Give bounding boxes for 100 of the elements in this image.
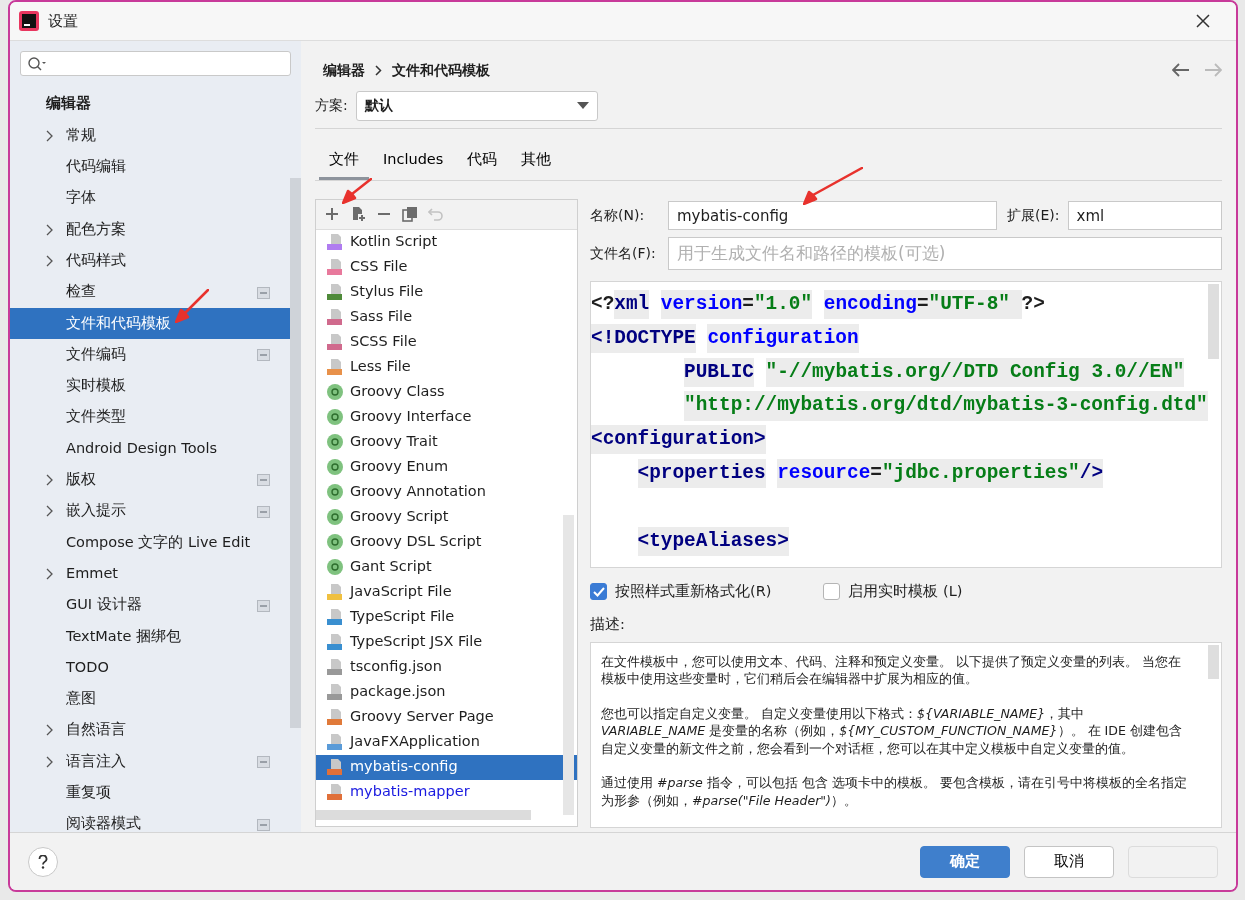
- template-list-item[interactable]: Gant Script: [316, 554, 577, 580]
- sidebar-item[interactable]: 文件编码: [10, 339, 290, 371]
- scrollbar[interactable]: [290, 178, 301, 728]
- template-list-item[interactable]: mybatis-config: [316, 754, 577, 780]
- template-list-item[interactable]: Groovy Class: [316, 379, 577, 405]
- sidebar-item-label: 代码编辑: [66, 157, 126, 177]
- template-list-item[interactable]: Groovy Script: [316, 504, 577, 530]
- checkbox[interactable]: [823, 583, 841, 601]
- sidebar-item[interactable]: 自然语言: [10, 714, 290, 746]
- sidebar-item[interactable]: Android Design Tools: [10, 432, 290, 465]
- toolbar-button[interactable]: [402, 206, 418, 223]
- copy-icon: [402, 206, 418, 223]
- app-logo-icon: [18, 10, 40, 32]
- toolbar-button[interactable]: [350, 206, 366, 223]
- template-list-item[interactable]: TypeScript File: [316, 604, 577, 630]
- close-icon[interactable]: [1196, 14, 1210, 28]
- template-list-item[interactable]: Less File: [316, 354, 577, 380]
- template-list-item[interactable]: Groovy Trait: [316, 429, 577, 455]
- sidebar-item[interactable]: 版权: [10, 464, 290, 496]
- sidebar-item[interactable]: 配色方案: [10, 213, 290, 246]
- sidebar-item-label: 检查: [66, 282, 96, 302]
- template-list-item[interactable]: package.json: [316, 679, 577, 705]
- sidebar-item-label: 配色方案: [66, 219, 126, 239]
- sidebar-item[interactable]: 重复项: [10, 777, 290, 809]
- scrollbar[interactable]: [1208, 644, 1219, 679]
- template-list-item[interactable]: mybatis-mapper: [316, 779, 577, 805]
- sidebar-item[interactable]: 嵌入提示: [10, 495, 290, 527]
- toolbar-button[interactable]: [324, 206, 340, 223]
- tab[interactable]: 文件: [319, 143, 369, 180]
- file-icon: [326, 258, 344, 277]
- template-list-item[interactable]: Groovy Server Page: [316, 704, 577, 730]
- sidebar-item[interactable]: Emmet: [10, 558, 290, 590]
- checkbox-label: 启用实时模板 (L): [848, 581, 963, 601]
- sidebar-item-label: TextMate 捆绑包: [66, 626, 181, 646]
- file-name-field[interactable]: 用于生成文件名和路径的模板(可选): [668, 237, 1222, 271]
- template-list-item[interactable]: Sass File: [316, 304, 577, 330]
- sidebar-group-header[interactable]: 编辑器: [10, 88, 290, 120]
- sidebar-item[interactable]: 文件和代码模板: [10, 307, 290, 340]
- file-icon: [326, 658, 344, 677]
- template-list-item[interactable]: CSS File: [316, 254, 577, 280]
- sidebar-item[interactable]: TextMate 捆绑包: [10, 620, 290, 653]
- scrollbar[interactable]: [316, 809, 531, 820]
- sidebar-item-label: 语言注入: [66, 751, 126, 771]
- template-list-item[interactable]: SCSS File: [316, 329, 577, 355]
- sidebar-item[interactable]: 语言注入: [10, 745, 290, 778]
- sidebar-item[interactable]: 文件类型: [10, 401, 290, 433]
- help-button[interactable]: [28, 846, 58, 877]
- sidebar-item-label: 字体: [66, 188, 96, 208]
- template-list-item[interactable]: Groovy Enum: [316, 454, 577, 480]
- breadcrumb-item[interactable]: 编辑器: [323, 59, 365, 81]
- sidebar-item-label: Compose 文字的 Live Edit: [66, 532, 251, 552]
- sidebar-item-label: 意图: [66, 689, 96, 709]
- checkbox-option[interactable]: 按照样式重新格式化(R): [590, 580, 772, 603]
- breadcrumb-separator-icon: [375, 64, 382, 76]
- name-field[interactable]: mybatis-config: [668, 201, 997, 231]
- template-list-item[interactable]: Kotlin Script: [316, 229, 577, 255]
- sidebar-item[interactable]: 检查: [10, 276, 290, 308]
- tab[interactable]: 代码: [457, 143, 508, 180]
- sidebar-item-label: 重复项: [66, 783, 111, 802]
- sidebar-item[interactable]: 代码编辑: [10, 151, 290, 183]
- sidebar-item-label: Emmet: [66, 563, 119, 583]
- scrollbar[interactable]: [1208, 283, 1219, 359]
- template-list-item[interactable]: JavaFXApplication: [316, 729, 577, 755]
- checkbox-option[interactable]: 启用实时模板 (L): [823, 580, 963, 603]
- scheme-dropdown[interactable]: 默认: [355, 90, 598, 121]
- template-list-item[interactable]: Groovy Annotation: [316, 479, 577, 505]
- forward-arrow-icon[interactable]: [1204, 63, 1222, 77]
- extension-label: 扩展(E):: [1007, 206, 1060, 226]
- file-icon: [326, 708, 344, 727]
- checkbox[interactable]: [590, 583, 607, 601]
- sidebar-item[interactable]: TODO: [10, 652, 290, 684]
- sidebar-item[interactable]: 实时模板: [10, 370, 290, 402]
- scrollbar[interactable]: [563, 514, 574, 815]
- remove-icon: [376, 213, 392, 216]
- tab[interactable]: Includes: [373, 143, 454, 180]
- sidebar-item[interactable]: 常规: [10, 120, 290, 152]
- template-list-item[interactable]: tsconfig.json: [316, 654, 577, 680]
- code-editor[interactable]: [590, 280, 1222, 568]
- template-list-item[interactable]: TypeScript JSX File: [316, 629, 577, 655]
- cancel-button[interactable]: 取消: [1024, 845, 1114, 878]
- sidebar-item[interactable]: Compose 文字的 Live Edit: [10, 526, 290, 559]
- template-list-item[interactable]: Groovy DSL Script: [316, 529, 577, 555]
- extension-field[interactable]: xml: [1067, 201, 1222, 231]
- undo-icon: [428, 206, 444, 223]
- sidebar-item-label: 常规: [66, 125, 96, 145]
- search-field[interactable]: [20, 51, 291, 76]
- sidebar-item[interactable]: 意图: [10, 683, 290, 715]
- sidebar-item[interactable]: GUI 设计器: [10, 589, 290, 621]
- template-list-item[interactable]: JavaScript File: [316, 579, 577, 605]
- ok-button[interactable]: 确定: [920, 845, 1010, 878]
- tab[interactable]: 其他: [511, 143, 562, 180]
- template-list-item[interactable]: Groovy Interface: [316, 404, 577, 430]
- caret-icon: [576, 101, 589, 110]
- sidebar-item[interactable]: 阅读器模式: [10, 808, 290, 840]
- template-list-item[interactable]: Stylus File: [316, 279, 577, 305]
- sidebar-item-label: 代码样式: [66, 250, 126, 270]
- back-arrow-icon[interactable]: [1172, 63, 1190, 77]
- sidebar-item-label: 版权: [66, 470, 96, 490]
- sidebar-item[interactable]: 字体: [10, 182, 290, 214]
- sidebar-item[interactable]: 代码样式: [10, 245, 290, 277]
